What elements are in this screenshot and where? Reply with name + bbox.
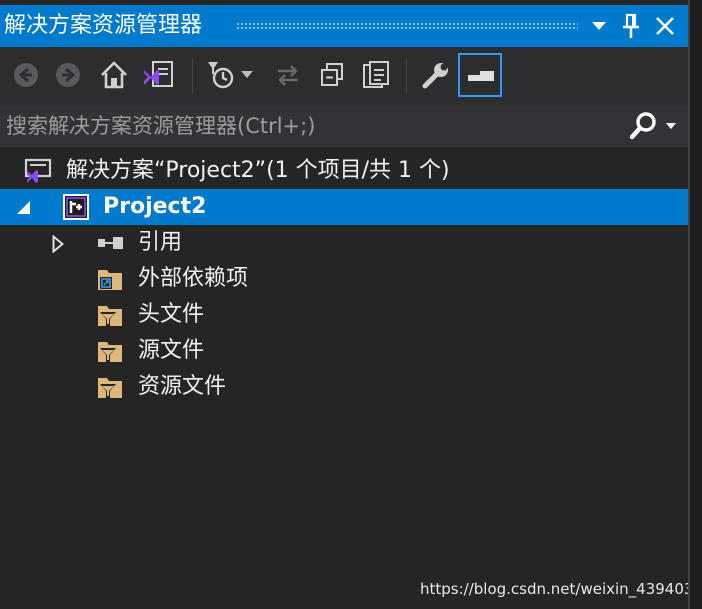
solution-explorer-panel: 解决方案资源管理器 搜索解决方案资源管理器(Ctrl+;) 解决方案“Proje… [0, 0, 702, 609]
window-edge [688, 0, 702, 609]
toolbar-separator [192, 59, 193, 93]
search-icon [629, 112, 656, 140]
home-icon [101, 61, 127, 89]
forward-button[interactable] [50, 57, 86, 93]
filter-folder-icon [98, 378, 122, 398]
wrench-icon [422, 63, 448, 89]
references-label: 引用 [138, 230, 183, 255]
collapse-all-button[interactable] [314, 57, 350, 93]
close-icon [656, 17, 674, 35]
preview-icon [468, 71, 494, 81]
drag-grip[interactable] [236, 22, 578, 30]
toolbar-separator [406, 59, 407, 93]
show-all-files-button[interactable] [358, 57, 394, 93]
solution-icon [24, 158, 52, 183]
pending-changes-filter-button[interactable] [204, 57, 240, 93]
switch-views-button[interactable] [140, 57, 176, 93]
chevron-down-icon [241, 71, 253, 78]
solution-label: 解决方案“Project2”(1 个项目/共 1 个) [66, 158, 450, 183]
search-button[interactable] [628, 111, 662, 141]
resource-files-label: 资源文件 [138, 374, 227, 399]
panel-title: 解决方案资源管理器 [4, 13, 203, 38]
source-files-label: 源文件 [138, 338, 205, 363]
home-button[interactable] [96, 57, 132, 93]
title-bar: 解决方案资源管理器 [0, 5, 688, 47]
sync-with-active-document-button[interactable] [270, 57, 306, 93]
tree-item-resource-files[interactable]: 资源文件 [0, 369, 688, 405]
project-label: Project2 [103, 194, 207, 219]
forward-icon [56, 63, 80, 87]
tree-item-solution[interactable]: 解决方案“Project2”(1 个项目/共 1 个) [0, 153, 688, 189]
pending-changes-filter-icon [208, 62, 234, 89]
tree-item-external-dependencies[interactable]: 外部依赖项 [0, 261, 688, 297]
external-dependencies-icon [98, 270, 122, 290]
window-position-dropdown-button[interactable] [584, 5, 614, 47]
collapse-all-icon [321, 63, 343, 86]
sync-icon [278, 65, 298, 86]
filter-dropdown-button[interactable] [238, 57, 256, 93]
watermark: https://blog.csdn.net/weixin_43940314 [420, 580, 702, 598]
expanded-arrow-icon[interactable] [16, 201, 32, 215]
external-dependencies-label: 外部依赖项 [138, 266, 249, 291]
cpp-project-icon [63, 194, 89, 220]
header-files-label: 头文件 [138, 302, 205, 327]
switch-views-icon [144, 61, 173, 87]
close-button[interactable] [650, 5, 680, 47]
dropdown-arrow-icon [592, 22, 606, 30]
pin-icon [623, 13, 639, 38]
tree-item-project[interactable]: Project2 [0, 189, 688, 225]
preview-selected-items-button[interactable] [458, 53, 502, 97]
search-input[interactable] [6, 105, 616, 147]
filter-folder-icon [98, 306, 122, 326]
search-options-dropdown[interactable] [664, 111, 684, 141]
collapsed-arrow-icon[interactable] [52, 235, 64, 253]
properties-button[interactable] [418, 57, 454, 93]
auto-hide-pin-button[interactable] [616, 5, 646, 47]
references-icon [98, 237, 123, 249]
filter-folder-icon [98, 342, 122, 362]
tree-item-references[interactable]: 引用 [0, 225, 688, 261]
tree-item-source-files[interactable]: 源文件 [0, 333, 688, 369]
back-button[interactable] [8, 57, 44, 93]
back-icon [14, 63, 38, 87]
search-bar [0, 105, 688, 147]
show-all-files-icon [363, 61, 389, 88]
chevron-down-icon [666, 123, 676, 129]
toolbar [0, 47, 688, 105]
tree-item-header-files[interactable]: 头文件 [0, 297, 688, 333]
